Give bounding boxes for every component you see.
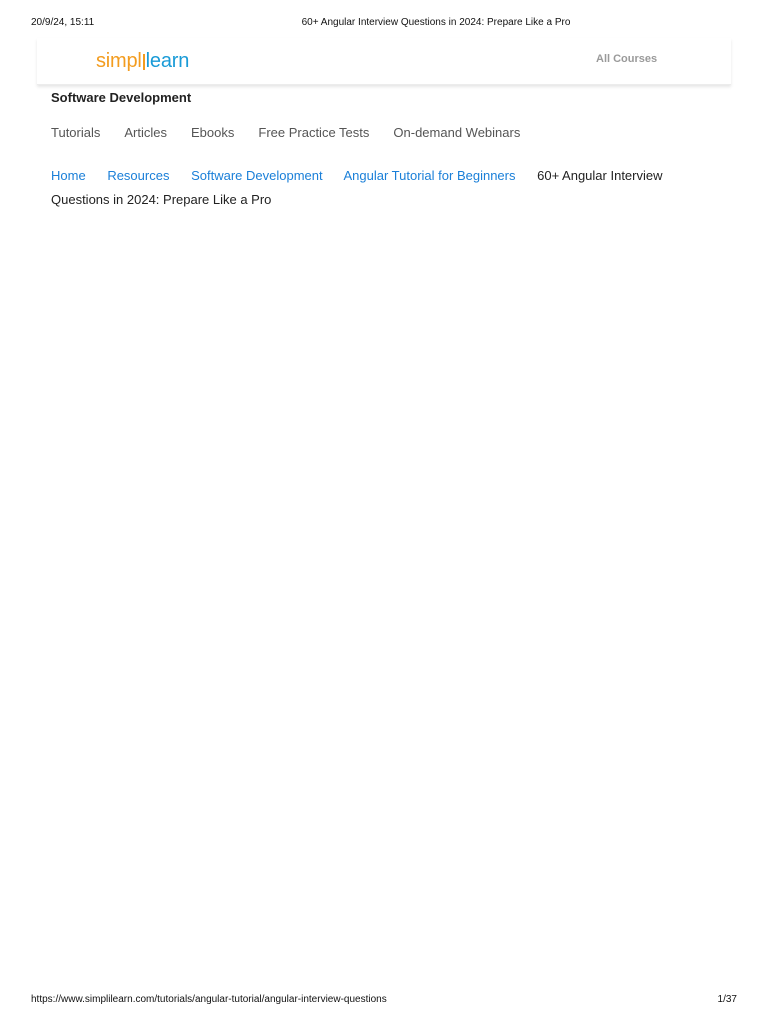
breadcrumb-resources[interactable]: Resources [107,168,169,183]
breadcrumb-software-development[interactable]: Software Development [191,168,323,183]
sub-nav-articles[interactable]: Articles [124,125,167,140]
print-url: https://www.simplilearn.com/tutorials/an… [31,994,387,1005]
breadcrumb-angular-tutorial[interactable]: Angular Tutorial for Beginners [344,168,516,183]
logo-text-simpl: simpl [96,50,142,72]
sub-nav-free-practice-tests[interactable]: Free Practice Tests [258,125,369,140]
sub-nav-on-demand-webinars[interactable]: On-demand Webinars [393,125,520,140]
print-page-count: 1/37 [717,994,737,1005]
category-title: Software Development [51,90,192,105]
sub-nav: Tutorials Articles Ebooks Free Practice … [51,125,520,140]
simplilearn-logo[interactable]: simpl learn [96,48,189,74]
logo-text-learn: learn [145,50,190,72]
print-page-title: 60+ Angular Interview Questions in 2024:… [301,17,571,28]
print-footer: https://www.simplilearn.com/tutorials/an… [30,994,738,1008]
breadcrumb: Home Resources Software Development Angu… [51,164,701,212]
all-courses-link[interactable]: All Courses [596,53,657,65]
sub-nav-ebooks[interactable]: Ebooks [191,125,234,140]
breadcrumb-home[interactable]: Home [51,168,86,183]
sub-nav-tutorials[interactable]: Tutorials [51,125,100,140]
logo-bar-icon [142,54,145,70]
site-header: simpl learn All Courses [37,38,731,85]
print-header: 20/9/24, 15:11 60+ Angular Interview Que… [30,17,738,31]
